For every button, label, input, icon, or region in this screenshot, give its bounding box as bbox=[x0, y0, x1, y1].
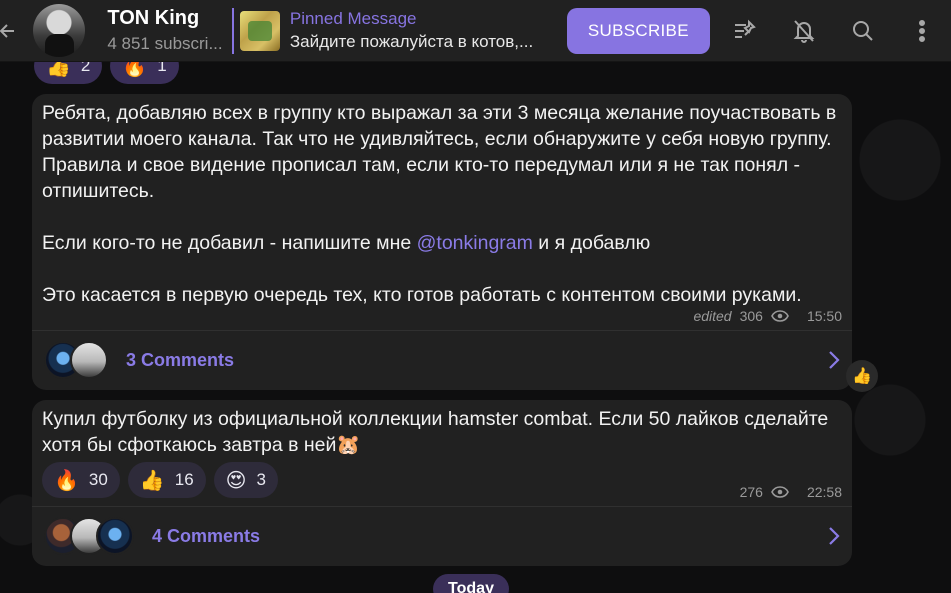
eye-icon bbox=[771, 310, 789, 322]
mute-bell-icon[interactable] bbox=[775, 0, 834, 62]
message-paragraph: Ребята, добавляю всех в группу кто выраж… bbox=[42, 102, 837, 202]
message-span: и я добавлю bbox=[532, 232, 651, 254]
channel-avatar[interactable] bbox=[33, 4, 86, 57]
message-text: Ребята, добавляю всех в группу кто выраж… bbox=[32, 94, 852, 308]
avatar bbox=[96, 517, 134, 555]
comments-label: 3 Comments bbox=[126, 349, 235, 370]
view-count: 306 bbox=[739, 308, 763, 324]
avatar bbox=[70, 341, 108, 379]
more-vertical-icon[interactable] bbox=[892, 0, 951, 62]
message-reactions: 🔥 30 👍 16 😍 3 bbox=[42, 462, 278, 498]
comments-button[interactable]: 3 Comments bbox=[32, 330, 852, 390]
pinned-label: Pinned Message bbox=[289, 9, 417, 28]
search-icon[interactable] bbox=[833, 0, 892, 62]
pin-list-icon[interactable] bbox=[716, 0, 775, 62]
date-badge: Today bbox=[433, 574, 509, 593]
message-meta: 276 22:58 bbox=[740, 484, 842, 500]
message-meta: edited 306 15:50 bbox=[693, 308, 842, 324]
pinned-message[interactable]: Pinned Message Зайдите пожалуйста в кото… bbox=[231, 7, 545, 54]
message-span: Если кого-то не добавил - напишите мне bbox=[42, 232, 417, 254]
message-paragraph: Это касается в первую очередь тех, кто г… bbox=[42, 284, 802, 306]
chevron-right-icon bbox=[828, 350, 840, 375]
reaction-heart-eyes[interactable]: 😍 3 bbox=[213, 462, 278, 498]
mention-link[interactable]: @tonkingram bbox=[417, 232, 533, 254]
channel-title: TON King bbox=[107, 7, 200, 29]
back-arrow-icon[interactable] bbox=[0, 0, 21, 62]
message-paragraph: Если кого-то не добавил - напишите мне @… bbox=[42, 230, 842, 256]
reaction-count: 30 bbox=[88, 470, 108, 489]
reaction-count: 16 bbox=[174, 470, 194, 489]
reaction-emoji: 🔥 bbox=[54, 469, 79, 492]
message-time: 22:58 bbox=[806, 484, 842, 500]
reaction-thumbs-up[interactable]: 👍 16 bbox=[127, 462, 206, 498]
commenter-avatars bbox=[44, 517, 134, 555]
channel-info[interactable]: TON King 4 851 subscri... bbox=[107, 7, 227, 54]
message-bubble[interactable]: Ребята, добавляю всех в группу кто выраж… bbox=[32, 94, 852, 390]
view-count: 276 bbox=[739, 484, 763, 500]
edited-label: edited bbox=[693, 308, 732, 324]
chat-header: TON King 4 851 subscri... Pinned Message… bbox=[0, 0, 951, 62]
reaction-emoji: 👍 bbox=[139, 469, 165, 492]
pinned-thumbnail bbox=[239, 10, 280, 51]
channel-subscribers: 4 851 subscri... bbox=[107, 34, 223, 53]
pinned-text: Зайдите пожалуйста в котов,... bbox=[289, 32, 534, 51]
comments-button[interactable]: 4 Comments bbox=[32, 506, 852, 566]
comments-label: 4 Comments bbox=[152, 525, 261, 546]
reaction-count: 3 bbox=[256, 470, 266, 489]
reaction-emoji: 😍 bbox=[225, 469, 247, 492]
message-text: Купил футболку из официальной коллекции … bbox=[42, 408, 829, 456]
side-reaction-button[interactable]: 👍 bbox=[846, 360, 878, 392]
commenter-avatars bbox=[44, 341, 108, 379]
chevron-right-icon bbox=[828, 526, 840, 551]
reaction-fire[interactable]: 🔥 30 bbox=[42, 462, 120, 498]
message-time: 15:50 bbox=[806, 308, 842, 324]
subscribe-button[interactable]: SUBSCRIBE bbox=[566, 7, 710, 54]
message-bubble[interactable]: Купил футболку из официальной коллекции … bbox=[32, 400, 852, 566]
eye-icon bbox=[771, 486, 789, 498]
